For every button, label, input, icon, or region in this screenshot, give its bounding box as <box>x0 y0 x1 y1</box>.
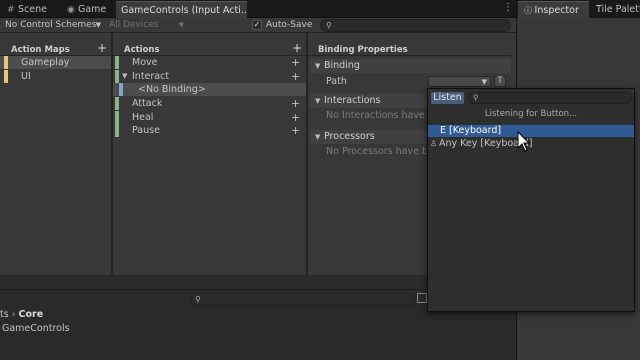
interactions-section-label: Interactions <box>324 95 381 106</box>
gamepad-icon: ◉ <box>67 5 75 15</box>
action-map-color-bar <box>4 56 8 69</box>
path-dropdown[interactable]: ▼ <box>428 76 491 87</box>
tab-input-actions-editor[interactable]: GameControls (Input Acti... <box>116 1 247 18</box>
action-row-move[interactable]: Move + <box>113 56 306 69</box>
listening-status-text: Listening for Button... <box>484 109 578 119</box>
action-row-pause[interactable]: Pause + <box>113 124 306 137</box>
tab-scene[interactable]: # Scene <box>2 1 56 18</box>
action-color-bar <box>115 56 119 69</box>
tab-input-actions-label: GameControls (Input Acti... <box>121 5 247 16</box>
tab-tile-palette[interactable]: Tile Palette <box>591 1 640 18</box>
interactions-empty-text: No Interactions have been added. <box>326 110 426 121</box>
editor-tab-bar: # Scene ◉ Game GameControls (Input Acti...… <box>0 0 516 18</box>
popup-item-e-keyboard[interactable]: E [Keyboard] <box>428 125 634 137</box>
action-label: Attack <box>132 98 163 109</box>
action-map-row-gameplay[interactable]: Gameplay <box>0 56 111 69</box>
tab-game-label: Game <box>78 4 107 15</box>
tab-inspector[interactable]: ⓘ Inspector <box>518 1 589 18</box>
foldout-triangle-icon: ▼ <box>315 133 321 141</box>
binding-section-header[interactable]: ▼ Binding <box>310 59 511 73</box>
tab-tile-palette-label: Tile Palette <box>596 4 640 15</box>
action-color-bar <box>115 124 119 137</box>
binding-section-label: Binding <box>324 60 360 71</box>
text-mode-toggle-button[interactable]: T <box>494 76 506 87</box>
listen-button[interactable]: Listen <box>431 92 464 104</box>
project-search-input[interactable]: ⚲ <box>190 293 415 306</box>
action-label: Heal <box>132 112 154 123</box>
control-scheme-dropdown[interactable]: No Control Schemes ▼ <box>2 19 103 32</box>
action-row-interact[interactable]: ▼ Interact + <box>113 70 306 83</box>
binding-color-bar <box>119 83 123 96</box>
action-color-bar <box>115 70 119 83</box>
search-icon: ⚲ <box>326 21 332 30</box>
search-by-type-icon[interactable] <box>417 293 427 303</box>
add-binding-icon[interactable]: + <box>291 56 300 69</box>
binding-label: <No Binding> <box>138 84 206 95</box>
binding-row-no-binding[interactable]: <No Binding> <box>113 83 306 96</box>
input-actions-toolbar: No Control Schemes ▼ All Devices ▼ ✓ Aut… <box>0 18 516 33</box>
control-scheme-value: No Control Schemes <box>5 20 97 30</box>
tab-scene-label: Scene <box>18 4 47 15</box>
processors-empty-text: No Processors have been added. <box>326 146 426 157</box>
tab-menu-kebab-icon[interactable]: ⋮ <box>503 3 513 13</box>
popup-item-label: E [Keyboard] <box>440 125 502 136</box>
action-map-color-bar <box>4 70 8 83</box>
popup-search-input[interactable]: ⚲ <box>468 92 632 104</box>
foldout-triangle-icon: ▼ <box>315 62 321 70</box>
devices-dropdown[interactable]: All Devices ▼ <box>106 19 186 32</box>
add-binding-icon[interactable]: + <box>291 70 300 83</box>
action-map-label: Gameplay <box>21 57 70 68</box>
expand-triangle-icon[interactable]: ▼ <box>122 70 127 83</box>
breadcrumb-chevron-icon: › <box>11 309 19 320</box>
divider <box>308 55 511 56</box>
tab-game[interactable]: ◉ Game <box>62 1 114 18</box>
add-binding-icon[interactable]: + <box>291 111 300 124</box>
foldout-triangle-icon: ▼ <box>315 97 321 105</box>
tab-inspector-label: Inspector <box>534 5 579 16</box>
breadcrumb-current[interactable]: Core <box>19 309 44 320</box>
devices-value: All Devices <box>109 20 159 30</box>
breadcrumb-prev[interactable]: ts <box>0 309 9 320</box>
action-label: Interact <box>132 71 170 82</box>
dropdown-arrow-icon: ▼ <box>481 78 487 86</box>
scene-grid-icon: # <box>7 5 15 15</box>
mouse-cursor-icon <box>517 131 531 152</box>
inspector-tab-bar: ⓘ Inspector Tile Palette <box>517 0 640 18</box>
info-icon: ⓘ <box>524 6 535 15</box>
action-row-heal[interactable]: Heal + <box>113 111 306 124</box>
action-map-label: UI <box>21 71 31 82</box>
column-divider <box>306 33 308 275</box>
project-file-gamecontrols[interactable]: GameControls <box>2 322 70 335</box>
search-icon: ⚲ <box>195 295 201 304</box>
auto-save-checkbox[interactable]: ✓ <box>252 20 262 30</box>
action-color-bar <box>115 111 119 124</box>
add-binding-icon[interactable]: + <box>291 97 300 110</box>
add-action-button[interactable]: + <box>292 42 302 54</box>
path-label: Path <box>326 76 347 87</box>
popup-item-any-key[interactable]: ♙ Any Key [Keyboard] <box>428 138 634 150</box>
search-icon: ⚲ <box>473 93 479 102</box>
action-row-attack[interactable]: Attack + <box>113 97 306 110</box>
dropdown-arrow-icon: ▼ <box>178 21 184 29</box>
binding-properties-header: Binding Properties <box>318 45 408 55</box>
action-label: Pause <box>132 125 160 136</box>
binding-path-popup: Listen ⚲ Listening for Button... E [Keyb… <box>427 88 635 312</box>
add-binding-icon[interactable]: + <box>291 124 300 137</box>
action-search-input[interactable]: ⚲ <box>320 19 511 32</box>
person-icon: ♙ <box>430 139 438 148</box>
processors-section-label: Processors <box>324 131 375 142</box>
action-label: Move <box>132 57 158 68</box>
action-map-row-ui[interactable]: UI <box>0 70 111 83</box>
add-action-map-button[interactable]: + <box>97 42 107 54</box>
dropdown-arrow-icon: ▼ <box>95 21 101 29</box>
action-color-bar <box>115 97 119 110</box>
auto-save-label: Auto-Save <box>266 20 313 30</box>
